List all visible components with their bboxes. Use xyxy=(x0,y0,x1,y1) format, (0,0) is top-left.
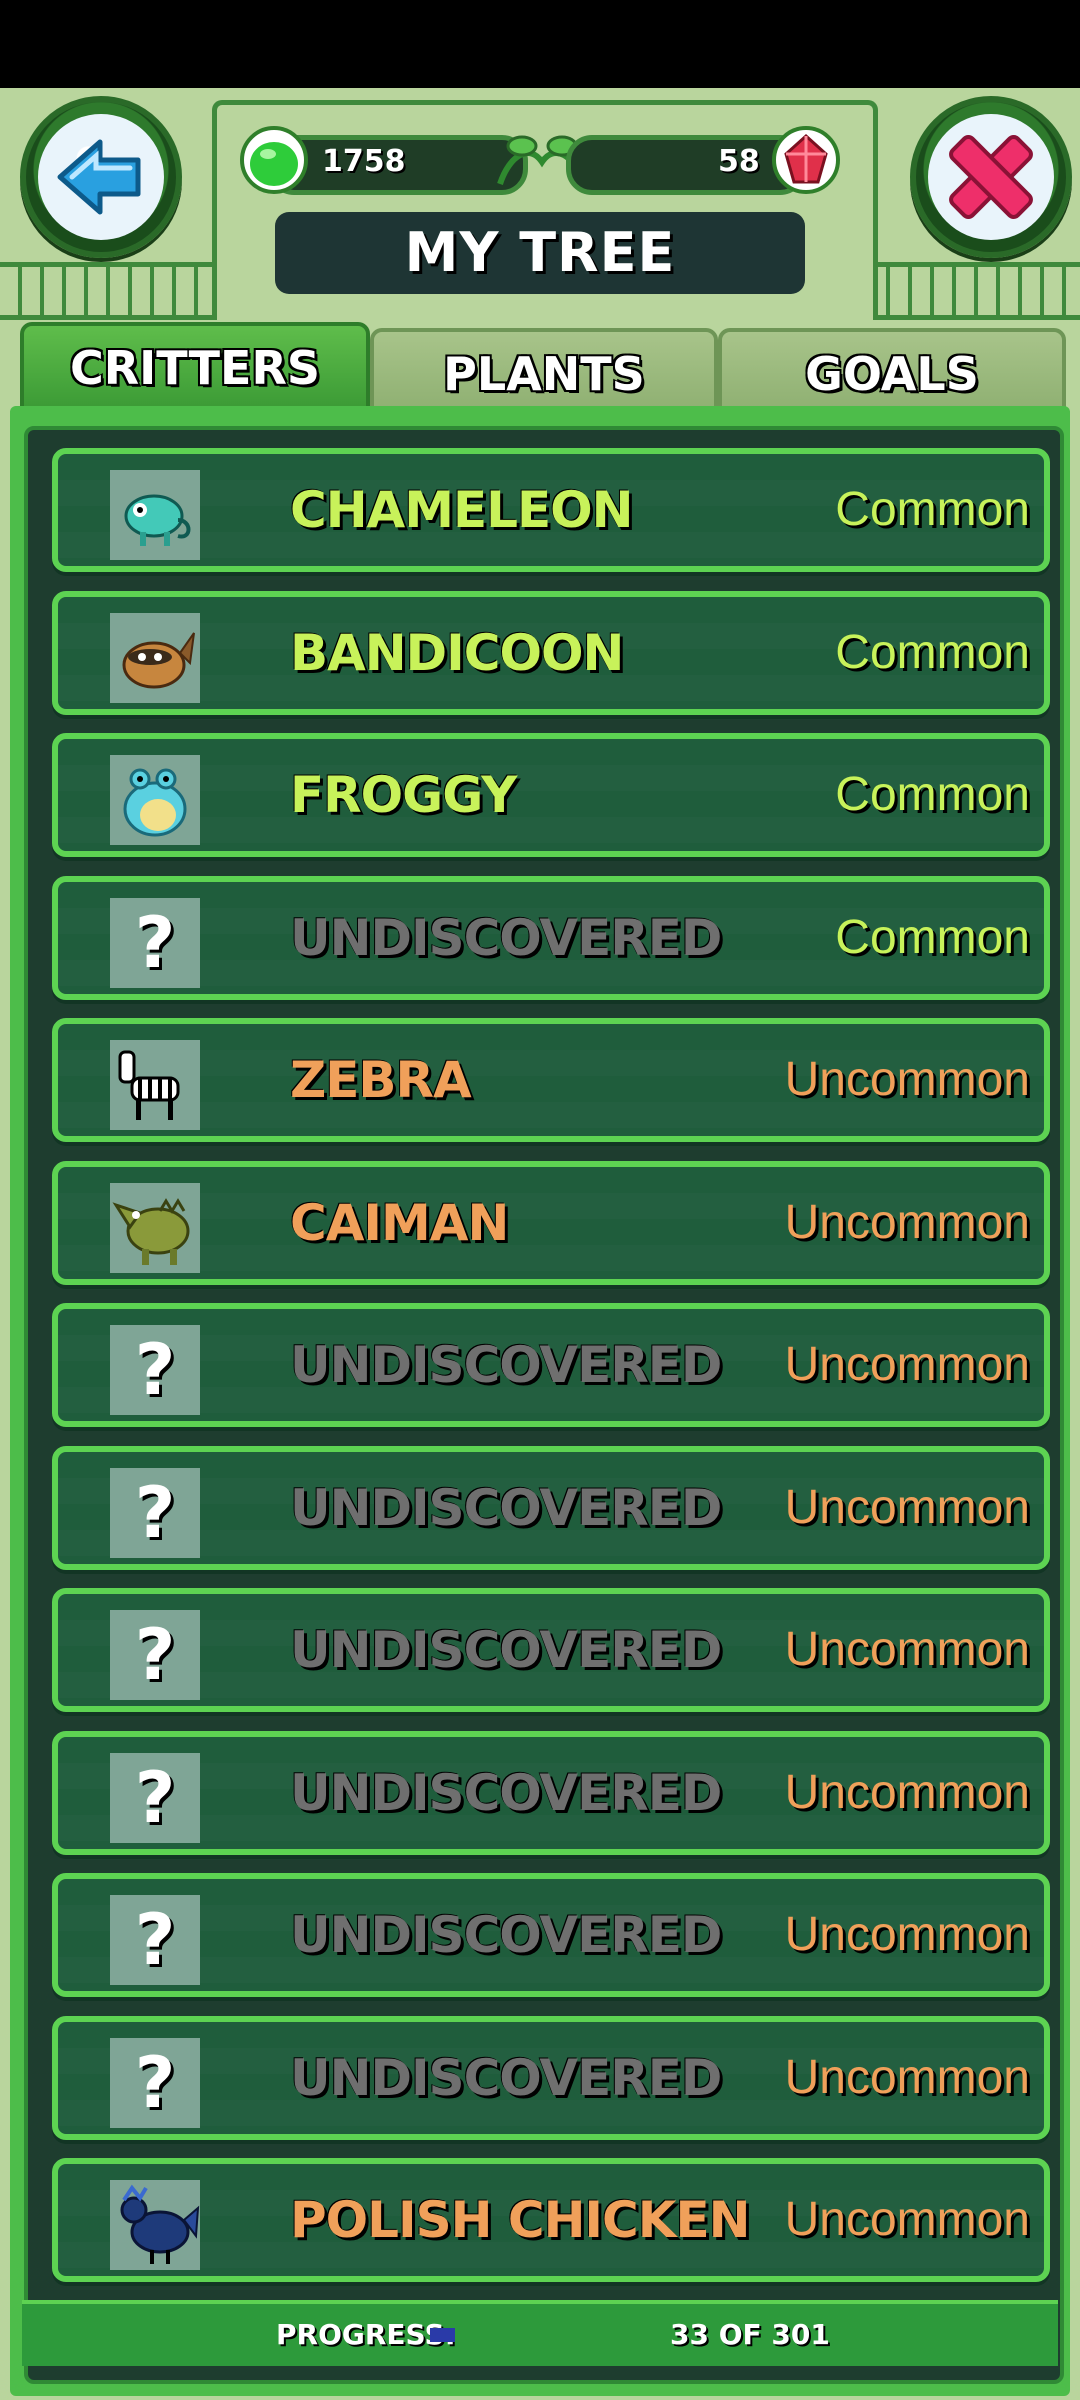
question-mark-icon: ? xyxy=(110,1895,200,1985)
critter-row[interactable]: BANDICOON Common xyxy=(52,590,1050,715)
question-mark-icon: ? xyxy=(110,2037,200,2128)
critter-row[interactable]: ? UNDISCOVERED Uncommon xyxy=(52,2015,1050,2140)
progress-bar xyxy=(430,2328,660,2342)
critter-list[interactable]: CHAMELEON Common BANDICOON Common FROGGY Comm… xyxy=(24,426,1064,2384)
close-x-icon xyxy=(928,114,1054,240)
rarity-label: Uncommon xyxy=(784,1908,1030,1961)
critter-row[interactable]: ZEBRA Uncommon xyxy=(52,1018,1050,1142)
gel-icon xyxy=(238,124,310,196)
critter-name: ZEBRA xyxy=(290,1051,472,1109)
progress-bar-fill xyxy=(430,2328,456,2342)
critter-name: FROGGY xyxy=(290,766,517,824)
rarity-label: Uncommon xyxy=(784,1765,1030,1819)
critter-row[interactable]: ? UNDISCOVERED Uncommon xyxy=(52,1445,1050,1570)
back-button[interactable] xyxy=(20,96,182,258)
critter-row[interactable]: ? UNDISCOVERED Uncommon xyxy=(52,1303,1050,1427)
right-fence-decoration xyxy=(868,262,1080,320)
critter-name: UNDISCOVERED xyxy=(290,1906,722,1964)
question-mark-icon: ? xyxy=(110,1325,200,1415)
chameleon-icon xyxy=(110,470,200,560)
progress-footer: PROGRESS: 33 OF 301 xyxy=(22,2300,1058,2366)
rarity-label: Common xyxy=(835,910,1030,964)
critter-name: BANDICOON xyxy=(290,623,624,682)
rarity-label: Uncommon xyxy=(784,1338,1030,1391)
critter-list-panel: CHAMELEON Common BANDICOON Common FROGGY Comm… xyxy=(10,406,1070,2396)
rarity-label: Uncommon xyxy=(784,1623,1030,1676)
page-title: MY TREE xyxy=(275,212,805,294)
left-fence-decoration xyxy=(0,262,212,320)
rarity-label: Common xyxy=(835,625,1030,679)
rarity-label: Uncommon xyxy=(784,1195,1030,1249)
progress-count: 33 OF 301 xyxy=(670,2318,830,2351)
rarity-label: Uncommon xyxy=(784,1480,1030,1534)
question-mark-icon: ? xyxy=(110,1610,200,1700)
rarity-label: Uncommon xyxy=(784,2193,1030,2246)
critter-name: CAIMAN xyxy=(290,1193,509,1252)
critter-row[interactable]: CHAMELEON Common xyxy=(52,448,1050,572)
gel-count: 1758 xyxy=(322,144,406,179)
critter-row[interactable]: ? UNDISCOVERED Uncommon xyxy=(52,1730,1050,1855)
critter-row[interactable]: CAIMAN Uncommon xyxy=(52,1160,1050,1285)
tab-goals[interactable]: GOALS xyxy=(718,328,1066,414)
critter-name: UNDISCOVERED xyxy=(290,908,722,967)
rarity-label: Uncommon xyxy=(784,2050,1030,2104)
question-mark-icon: ? xyxy=(110,1467,200,1558)
critter-name: POLISH CHICKEN xyxy=(290,2191,750,2249)
critter-row[interactable]: ? UNDISCOVERED Common xyxy=(52,875,1050,1000)
critter-row[interactable]: FROGGY Common xyxy=(52,733,1050,857)
zebra-icon xyxy=(110,1040,200,1130)
tab-critters[interactable]: CRITTERS xyxy=(20,322,370,414)
critter-row[interactable]: ? UNDISCOVERED Uncommon xyxy=(52,1588,1050,1712)
critter-name: UNDISCOVERED xyxy=(290,1478,722,1537)
tab-plants[interactable]: PLANTS xyxy=(370,328,718,414)
critter-row[interactable]: ? UNDISCOVERED Uncommon xyxy=(52,1873,1050,1997)
close-button[interactable] xyxy=(910,96,1072,258)
gem-count: 58 xyxy=(718,144,760,179)
critter-row[interactable]: POLISH CHICKEN Uncommon xyxy=(52,2158,1050,2282)
chicken-icon xyxy=(110,2180,200,2270)
rarity-label: Uncommon xyxy=(784,1053,1030,1106)
bandicoon-icon xyxy=(110,612,200,703)
rarity-label: Common xyxy=(835,483,1030,536)
rarity-label: Common xyxy=(835,768,1030,821)
ruby-gem-icon xyxy=(770,124,842,196)
critter-name: UNDISCOVERED xyxy=(290,1763,722,1822)
question-mark-icon: ? xyxy=(110,897,200,988)
critter-name: UNDISCOVERED xyxy=(290,2048,722,2107)
caiman-icon xyxy=(110,1182,200,1273)
critter-name: CHAMELEON xyxy=(290,481,634,539)
critter-name: UNDISCOVERED xyxy=(290,1621,722,1679)
critter-name: UNDISCOVERED xyxy=(290,1336,722,1394)
progress-label: PROGRESS: xyxy=(276,2318,456,2351)
back-arrow-icon xyxy=(38,114,164,240)
question-mark-icon: ? xyxy=(110,1752,200,1843)
frog-icon xyxy=(110,755,200,845)
